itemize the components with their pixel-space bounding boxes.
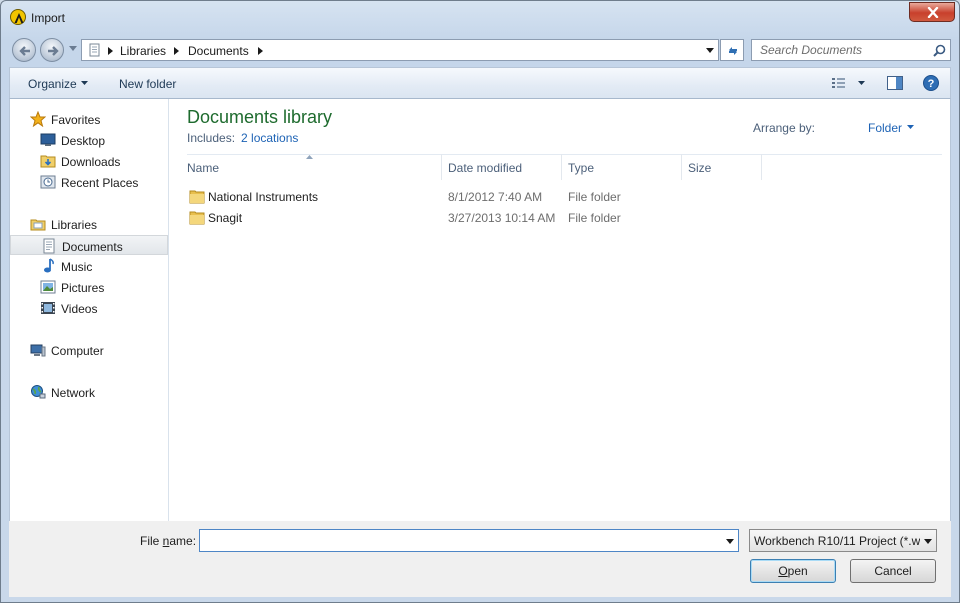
recent-pages-chevron-down-icon[interactable] bbox=[69, 46, 77, 51]
navigation-pane: Favorites Desktop Downloads Recent Place… bbox=[9, 99, 169, 521]
folder-icon bbox=[189, 190, 205, 204]
file-list-pane: Documents library Includes: 2 locations A… bbox=[169, 99, 951, 521]
file-row-snagit[interactable]: Snagit 3/27/2013 10:14 AM File folder bbox=[187, 208, 777, 228]
window-title: Import bbox=[31, 11, 66, 25]
file-type: File folder bbox=[568, 211, 621, 225]
includes-label: Includes: bbox=[187, 131, 236, 145]
downloads-folder-icon bbox=[40, 155, 56, 168]
column-header-type[interactable]: Type bbox=[562, 154, 682, 180]
column-header-date-modified[interactable]: Date modified bbox=[442, 154, 562, 180]
command-toolbar: Organize New folder ? bbox=[9, 67, 951, 99]
sidebar-item-libraries[interactable]: Libraries bbox=[10, 214, 168, 234]
sidebar-item-videos[interactable]: Videos bbox=[10, 298, 168, 318]
help-icon[interactable]: ? bbox=[923, 75, 939, 91]
pictures-icon bbox=[40, 280, 56, 294]
sidebar-item-network[interactable]: Network bbox=[10, 382, 168, 402]
sidebar-item-pictures[interactable]: Pictures bbox=[10, 277, 168, 297]
network-globe-icon bbox=[31, 385, 46, 399]
organize-button[interactable]: Organize bbox=[28, 77, 77, 91]
search-input[interactable] bbox=[752, 40, 928, 60]
back-button[interactable] bbox=[12, 38, 36, 62]
file-date: 3/27/2013 10:14 AM bbox=[448, 211, 556, 225]
breadcrumb-libraries[interactable]: Libraries bbox=[120, 44, 166, 58]
title-bar: Import bbox=[1, 1, 959, 33]
computer-icon bbox=[30, 344, 46, 357]
sidebar-item-desktop[interactable]: Desktop bbox=[10, 130, 168, 150]
file-name-input[interactable] bbox=[202, 531, 712, 550]
search-icon[interactable] bbox=[933, 44, 946, 57]
refresh-button[interactable] bbox=[720, 39, 744, 61]
cancel-button[interactable]: Cancel bbox=[850, 559, 936, 583]
libraries-icon bbox=[30, 219, 46, 231]
change-view-icon[interactable] bbox=[832, 78, 848, 89]
file-name-chevron-down-icon[interactable] bbox=[726, 539, 734, 544]
app-logo-icon bbox=[10, 9, 26, 25]
recent-places-icon bbox=[40, 175, 56, 189]
file-row-national-instruments[interactable]: National Instruments 8/1/2012 7:40 AM Fi… bbox=[187, 187, 777, 207]
sort-ascending-icon bbox=[306, 155, 313, 159]
address-history-chevron-down-icon[interactable] bbox=[706, 48, 714, 53]
library-includes: Includes: 2 locations bbox=[187, 131, 298, 145]
arrange-by-chevron-down-icon[interactable] bbox=[907, 125, 914, 129]
folder-icon bbox=[189, 211, 205, 225]
file-name-combobox[interactable] bbox=[199, 529, 739, 552]
dialog-footer: File name: Workbench R10/11 Project (*.w… bbox=[9, 521, 951, 597]
documents-icon bbox=[43, 238, 55, 254]
sidebar-item-computer[interactable]: Computer bbox=[10, 340, 168, 360]
new-folder-button[interactable]: New folder bbox=[119, 77, 176, 91]
sidebar-item-recent-places[interactable]: Recent Places bbox=[10, 172, 168, 192]
sidebar-item-documents[interactable]: Documents bbox=[10, 235, 168, 255]
file-type-select[interactable]: Workbench R10/11 Project (*.w bbox=[749, 529, 937, 552]
library-document-icon bbox=[89, 43, 100, 57]
arrange-by-label: Arrange by: bbox=[752, 121, 815, 135]
sidebar-item-music[interactable]: Music bbox=[10, 256, 168, 276]
close-button[interactable] bbox=[909, 2, 955, 22]
svg-text:?: ? bbox=[928, 78, 935, 90]
videos-icon bbox=[41, 302, 55, 314]
refresh-icon bbox=[729, 47, 737, 55]
preview-pane-icon[interactable] bbox=[887, 76, 903, 90]
import-dialog: Import Libraries Documents Search Docume… bbox=[0, 0, 960, 603]
file-type: File folder bbox=[568, 190, 621, 204]
file-name-label: File name: bbox=[140, 534, 197, 548]
file-date: 8/1/2012 7:40 AM bbox=[448, 190, 543, 204]
sidebar-item-favorites[interactable]: Favorites bbox=[10, 109, 168, 129]
locations-link[interactable]: 2 locations bbox=[241, 131, 298, 145]
file-type-chevron-down-icon[interactable] bbox=[924, 539, 932, 544]
view-options-chevron-down-icon[interactable] bbox=[858, 81, 865, 85]
breadcrumb-arrow-icon[interactable] bbox=[108, 47, 113, 55]
breadcrumb-documents[interactable]: Documents bbox=[188, 44, 249, 58]
breadcrumb-arrow-icon[interactable] bbox=[258, 47, 263, 55]
file-name: Snagit bbox=[208, 211, 243, 225]
address-bar[interactable]: Libraries Documents bbox=[81, 39, 719, 61]
star-icon bbox=[30, 111, 46, 127]
organize-chevron-down-icon[interactable] bbox=[81, 81, 88, 85]
library-title: Documents library bbox=[187, 107, 333, 127]
open-button[interactable]: Open bbox=[750, 559, 836, 583]
sidebar-item-downloads[interactable]: Downloads bbox=[10, 151, 168, 171]
file-name: National Instruments bbox=[208, 190, 319, 204]
column-header-size[interactable]: Size bbox=[682, 154, 762, 180]
desktop-icon bbox=[40, 133, 56, 146]
file-type-value: Workbench R10/11 Project (*.w bbox=[754, 534, 920, 548]
arrange-by-dropdown[interactable]: Folder bbox=[868, 121, 902, 135]
music-note-icon bbox=[44, 258, 54, 273]
forward-button[interactable] bbox=[40, 38, 64, 62]
search-box[interactable] bbox=[751, 39, 951, 61]
breadcrumb-arrow-icon[interactable] bbox=[174, 47, 179, 55]
